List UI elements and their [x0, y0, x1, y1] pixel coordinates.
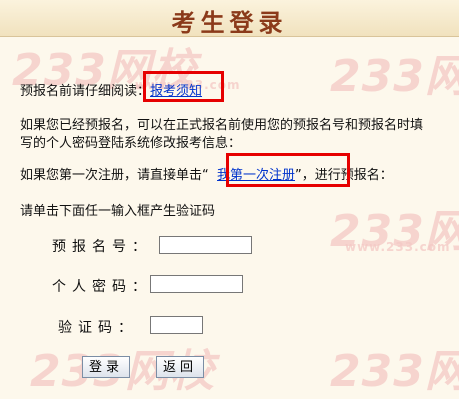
- captcha-label: 验证码：: [58, 320, 138, 336]
- registered-line-2: 写的个人密码登陆系统修改报考信息：: [20, 136, 242, 151]
- watermark-text: 233网校: [330, 346, 459, 397]
- reg-no-input[interactable]: [159, 236, 252, 254]
- reg-no-label: 预报名号：: [52, 239, 152, 255]
- notice-text: 预报名前请仔细阅读：: [20, 84, 151, 99]
- watermark: 233网校: [330, 195, 459, 259]
- registered-line-1: 如果您已经预报名，可以在正式报名前使用您的预报名号和预报名时填: [20, 118, 424, 133]
- captcha-hint: 请单击下面任一输入框产生验证码: [20, 204, 216, 219]
- back-button[interactable]: 返回: [156, 356, 204, 378]
- page-title: 考生登录: [171, 8, 288, 37]
- watermark: 233网校: [330, 40, 459, 104]
- captcha-input[interactable]: [150, 316, 203, 334]
- watermark: 233网校: [330, 335, 459, 399]
- watermark-text: 233网校: [330, 51, 459, 102]
- highlight-box: [226, 153, 350, 187]
- page-header: 考生登录: [0, 0, 459, 37]
- watermark-text: 233网校: [330, 206, 459, 257]
- login-button[interactable]: 登录: [82, 356, 130, 378]
- password-label: 个人密码：: [52, 279, 152, 295]
- first-time-text: 如果您第一次注册，请直接单击“: [20, 168, 209, 183]
- highlight-box: [143, 71, 224, 102]
- password-input[interactable]: [150, 275, 243, 293]
- watermark-url: www.233.com: [345, 240, 451, 254]
